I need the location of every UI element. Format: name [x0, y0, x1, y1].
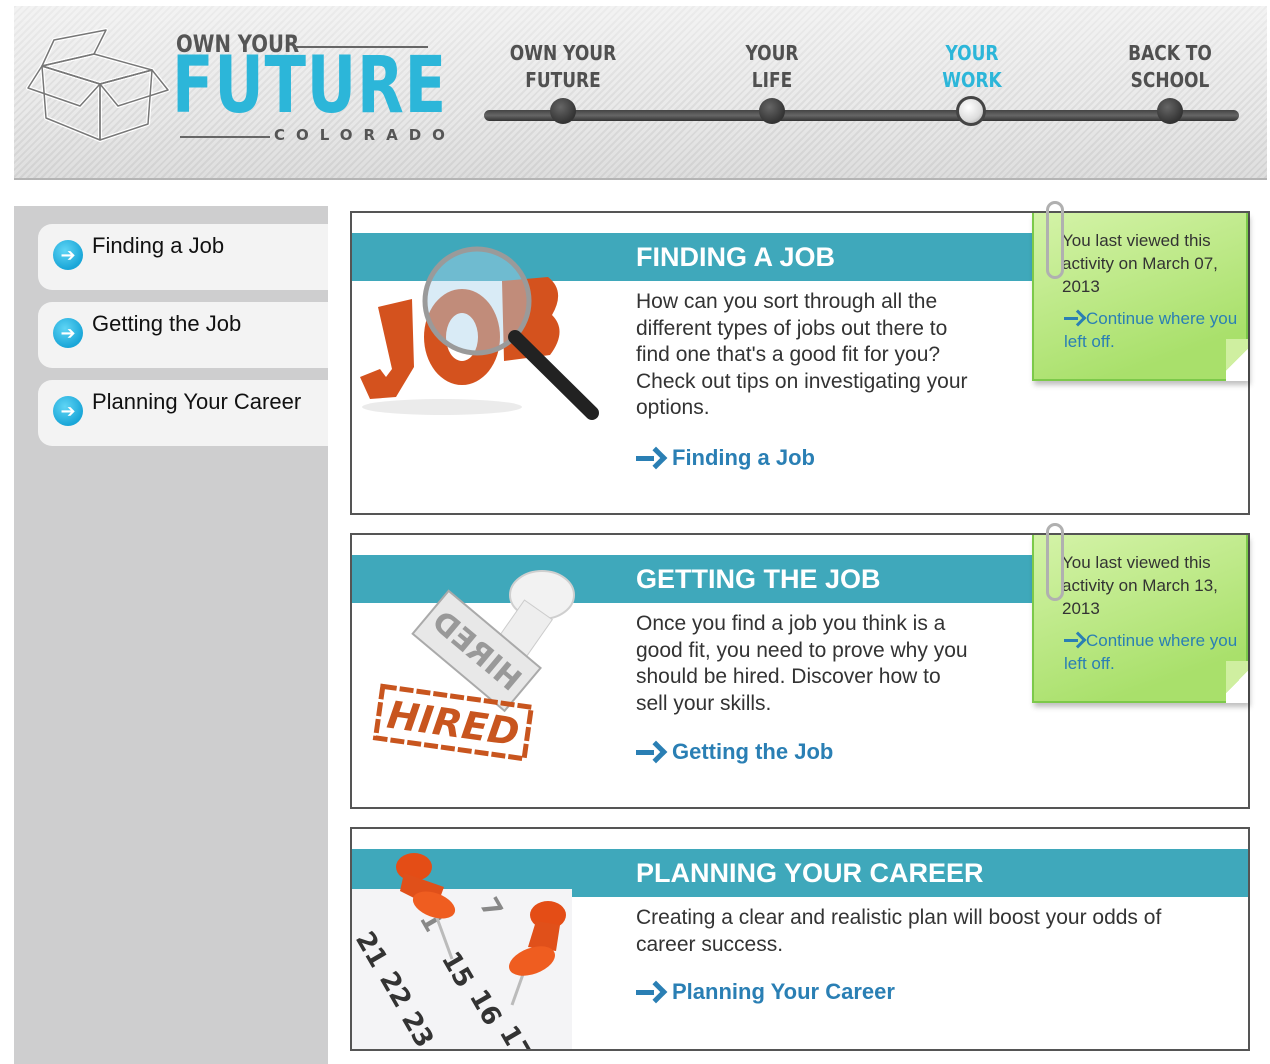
nav-track: [484, 110, 1239, 121]
last-viewed-note: You last viewed this activity on March 0…: [1032, 201, 1248, 381]
site-header: OWN YOUR FUTURE COLORADO OWN YOUR FUTURE…: [14, 6, 1267, 180]
logo-colorado: COLORADO: [274, 126, 456, 144]
last-viewed-text: You last viewed this activity on March 0…: [1062, 231, 1218, 296]
arrow-right-icon: [636, 741, 664, 763]
job-magnifier-icon: [360, 246, 599, 420]
sidebar-item-label: Finding a Job: [92, 233, 225, 258]
card-description: How can you sort through all the differe…: [636, 290, 968, 419]
nav-dot: [1157, 98, 1183, 124]
arrow-right-icon: [1064, 309, 1086, 327]
nav-label: YOUR LIFE: [745, 41, 799, 92]
nav-label: BACK TO SCHOOL: [1128, 41, 1212, 92]
paperclip-icon: [1046, 201, 1064, 279]
continue-link-label: Continue where you left off.: [1064, 631, 1238, 673]
calendar-pushpin-icon: 21 22 23 15 16 17 7 1: [352, 853, 572, 1049]
nav-item-your-life[interactable]: YOUR LIFE: [702, 40, 842, 124]
card-description: Once you find a job you think is a good …: [636, 612, 968, 715]
own-your-future-logo[interactable]: OWN YOUR FUTURE COLORADO: [24, 26, 447, 156]
nav-label: OWN YOUR FUTURE: [509, 41, 617, 92]
last-viewed-text: You last viewed this activity on March 1…: [1062, 553, 1218, 618]
hired-stamp-icon: HIRED HIRED: [372, 570, 575, 762]
card-link-label: Finding a Job: [672, 445, 815, 470]
sidebar: ➔ Finding a Job ➔ Getting the Job ➔ Plan…: [14, 206, 328, 1064]
arrow-circle-icon: ➔: [53, 396, 83, 426]
card-link-planning-your-career[interactable]: Planning Your Career: [636, 979, 895, 1005]
box-logo-icon: [26, 28, 170, 142]
note-fold: [1226, 661, 1248, 703]
card-description: Creating a clear and realistic plan will…: [636, 906, 1162, 956]
nav-label: YOUR WORK: [942, 41, 1002, 92]
card-title: FINDING A JOB: [636, 242, 836, 272]
nav-dot-active: [956, 96, 986, 126]
card-link-label: Getting the Job: [672, 739, 834, 764]
nav-item-own-your-future[interactable]: OWN YOUR FUTURE: [493, 40, 633, 124]
sidebar-item-planning-your-career[interactable]: ➔ Planning Your Career: [38, 380, 328, 446]
card-link-finding-a-job[interactable]: Finding a Job: [636, 445, 815, 471]
card-planning-your-career: 21 22 23 15 16 17 7 1 PLANNING YOUR CARE…: [350, 827, 1250, 1051]
main-nav: OWN YOUR FUTURE YOUR LIFE YOUR WORK BACK…: [484, 6, 1264, 176]
arrow-right-icon: [1064, 631, 1086, 649]
logo-future: FUTURE: [172, 41, 447, 131]
last-viewed-note: You last viewed this activity on March 1…: [1032, 523, 1248, 703]
arrow-circle-icon: ➔: [53, 240, 83, 270]
sidebar-item-label: Getting the Job: [92, 311, 242, 336]
nav-dot: [550, 98, 576, 124]
note-fold: [1226, 339, 1248, 381]
nav-item-back-to-school[interactable]: BACK TO SCHOOL: [1100, 40, 1240, 124]
card-link-label: Planning Your Career: [672, 979, 895, 1004]
card-link-getting-the-job[interactable]: Getting the Job: [636, 739, 833, 765]
arrow-right-icon: [636, 447, 664, 469]
sidebar-item-getting-the-job[interactable]: ➔ Getting the Job: [38, 302, 328, 368]
logo-divider: [180, 136, 270, 138]
sidebar-item-label: Planning Your Career: [92, 389, 302, 414]
arrow-right-icon: [636, 981, 664, 1003]
continue-link-label: Continue where you left off.: [1064, 309, 1238, 351]
card-title: GETTING THE JOB: [636, 564, 881, 594]
paperclip-icon: [1046, 523, 1064, 601]
sidebar-item-finding-a-job[interactable]: ➔ Finding a Job: [38, 224, 328, 290]
nav-dot: [759, 98, 785, 124]
nav-item-your-work[interactable]: YOUR WORK: [902, 40, 1042, 126]
card-title: PLANNING YOUR CAREER: [636, 858, 984, 888]
continue-link[interactable]: Continue where you left off.: [1064, 307, 1244, 353]
continue-link[interactable]: Continue where you left off.: [1064, 629, 1244, 675]
arrow-circle-icon: ➔: [53, 318, 83, 348]
